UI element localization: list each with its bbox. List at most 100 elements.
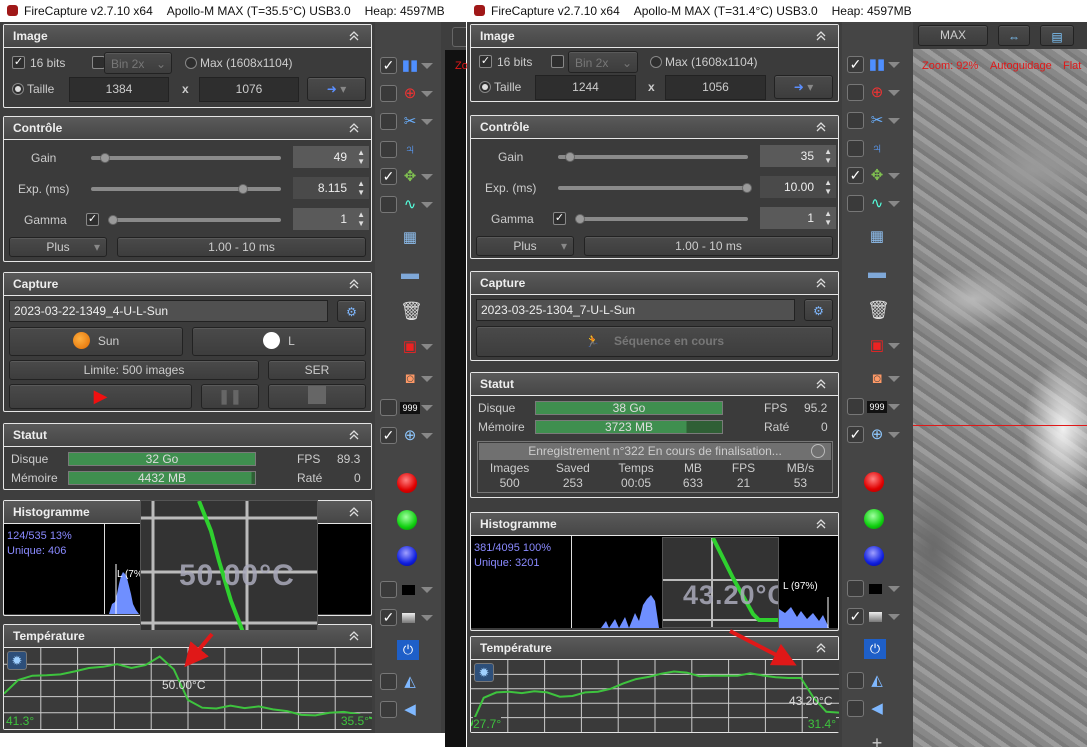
histogram-panel-header[interactable]: Histogramme [471, 513, 838, 536]
toolbar-planet[interactable]: ♃ [842, 138, 908, 160]
collapse-icon[interactable] [816, 642, 826, 654]
temperature-settings-button[interactable]: ✹ [7, 651, 27, 670]
toolbar-counter[interactable]: 999 [375, 397, 441, 419]
toolbar-gray[interactable]: ✓ [375, 607, 441, 629]
spinner-arrows-icon[interactable]: ▲ ▼ [357, 210, 365, 228]
object-button[interactable]: Sun [9, 327, 183, 356]
counter-toggle-checkbox[interactable] [380, 399, 397, 416]
gain-slider[interactable] [91, 156, 281, 160]
fit-screen-button[interactable]: ⇔ [998, 25, 1030, 46]
chevron-down-icon[interactable] [421, 63, 433, 69]
toolbar-dark[interactable]: ▣ [842, 335, 908, 357]
toolbar-counter[interactable]: 999 [842, 396, 908, 418]
temperature-panel-header[interactable]: Température [471, 637, 838, 660]
flip-h-checkbox[interactable] [847, 672, 864, 689]
start-capture-button[interactable]: ▶ [9, 384, 192, 409]
toolbar-folder[interactable]: ▬ [375, 262, 441, 284]
exposure-slider[interactable] [558, 186, 748, 190]
collapse-icon[interactable] [816, 30, 826, 42]
capture-panel-header[interactable]: Capture [471, 272, 838, 295]
toolbar-quality[interactable]: ∿ [375, 194, 441, 216]
collapse-icon[interactable] [816, 277, 826, 289]
crosshair-toggle-checkbox[interactable] [380, 85, 397, 102]
toolbar-film[interactable]: ▦ [842, 226, 908, 248]
chevron-down-icon[interactable] [421, 202, 433, 208]
plus-dropdown[interactable]: Plus ▾ [9, 237, 107, 257]
gain-spinner[interactable]: 49 ▲ ▼ [293, 146, 369, 168]
cut-toggle-checkbox[interactable] [847, 112, 864, 129]
image-panel-header[interactable]: Image [471, 25, 838, 48]
chevron-down-icon[interactable] [421, 344, 433, 350]
collapse-icon[interactable] [349, 30, 359, 42]
toolbar-histogram[interactable]: ✓ ▮▮ [375, 55, 441, 77]
spinner-arrows-icon[interactable]: ▲ ▼ [357, 179, 365, 197]
controle-panel-header[interactable]: Contrôle [471, 116, 838, 139]
chevron-down-icon[interactable] [888, 118, 900, 124]
gamma-checkbox[interactable]: ✓ [553, 212, 566, 225]
plus-dropdown[interactable]: Plus ▾ [476, 236, 574, 256]
taille-radio[interactable] [479, 81, 491, 93]
toolbar-quality[interactable]: ∿ [842, 193, 908, 215]
viewer-area[interactable] [445, 50, 466, 747]
toolbar-red[interactable] [842, 472, 908, 494]
exposure-spinner[interactable]: 8.115 ▲ ▼ [293, 177, 369, 199]
toolbar-trash[interactable]: 🗑 [375, 300, 441, 322]
gamma-slider[interactable] [108, 218, 281, 222]
chevron-down-icon[interactable] [888, 90, 900, 96]
collapse-icon[interactable] [349, 506, 359, 518]
toolbar-tracking[interactable]: ✓ ✥ [375, 166, 441, 188]
exposure-spinner[interactable]: 10.00 ▲ ▼ [760, 176, 836, 198]
chevron-down-icon[interactable] [888, 201, 900, 207]
display-settings-button[interactable]: ▤ [1040, 25, 1074, 46]
limit-button[interactable]: Limite: 500 images [9, 360, 259, 380]
spinner-arrows-icon[interactable]: ▲ ▼ [824, 178, 832, 196]
exposure-range-button[interactable]: 1.00 - 10 ms [584, 236, 833, 256]
flip-v-checkbox[interactable] [380, 701, 397, 718]
toolbar-cut[interactable]: ✂ [375, 111, 441, 133]
toolbar-film[interactable]: ▦ [375, 227, 441, 249]
planet-toggle-checkbox[interactable] [380, 141, 397, 158]
image-panel-header[interactable]: Image [4, 25, 371, 48]
chevron-down-icon[interactable] [888, 173, 900, 179]
toolbar-green[interactable] [842, 509, 908, 531]
toolbar-gray[interactable]: ✓ [842, 606, 908, 628]
exposure-slider[interactable] [91, 187, 281, 191]
toolbar-cut[interactable]: ✂ [842, 110, 908, 132]
toolbar-flip-v[interactable]: ◀ [375, 699, 441, 721]
exposure-slider-handle[interactable] [742, 183, 752, 193]
sequence-running-button[interactable]: 🏃 Séquence en cours [476, 326, 833, 357]
capture-folder-settings-button[interactable]: ⚙ [337, 300, 366, 322]
gamma-spinner[interactable]: 1 ▲ ▼ [293, 208, 369, 230]
toolbar-add[interactable]: + [842, 732, 908, 754]
black-toggle-checkbox[interactable] [380, 581, 397, 598]
chevron-down-icon[interactable] [888, 404, 900, 410]
filename-input[interactable]: 2023-03-22-1349_4-U-L-Sun [9, 300, 328, 322]
gamma-slider-handle[interactable] [575, 214, 585, 224]
toolbar-blue[interactable] [842, 546, 908, 568]
max-button[interactable]: MAX [918, 25, 988, 46]
capture-panel-header[interactable]: Capture [4, 273, 371, 296]
toolbar-power[interactable]: ⏻ [375, 640, 441, 662]
chevron-down-icon[interactable] [421, 174, 433, 180]
spinner-arrows-icon[interactable]: ▲ ▼ [357, 148, 365, 166]
cut-toggle-checkbox[interactable] [380, 113, 397, 130]
collapse-icon[interactable] [349, 630, 359, 642]
stop-capture-button[interactable] [268, 384, 366, 409]
toolbar-trash[interactable]: 🗑 [842, 299, 908, 321]
viewer-toolbar-button[interactable] [452, 27, 466, 47]
toolbar-histogram[interactable]: ✓ ▮▮ [842, 54, 908, 76]
flip-v-checkbox[interactable] [847, 700, 864, 717]
target-toggle-checkbox[interactable]: ✓ [380, 427, 397, 444]
toolbar-crosshair[interactable]: ⊕ [375, 83, 441, 105]
toolbar-face[interactable]: ◙ [842, 368, 908, 390]
statut-panel-header[interactable]: Statut [471, 373, 838, 396]
toolbar-target[interactable]: ✓ ⊕ [842, 424, 908, 446]
collapse-icon[interactable] [816, 518, 826, 530]
gamma-slider[interactable] [575, 217, 748, 221]
tracking-toggle-checkbox[interactable]: ✓ [847, 167, 864, 184]
collapse-icon[interactable] [816, 378, 826, 390]
toolbar-target[interactable]: ✓ ⊕ [375, 425, 441, 447]
solar-image-view[interactable] [913, 49, 1087, 747]
toolbar-blue[interactable] [375, 546, 441, 568]
roi-width-input[interactable]: 1384 [69, 77, 169, 102]
